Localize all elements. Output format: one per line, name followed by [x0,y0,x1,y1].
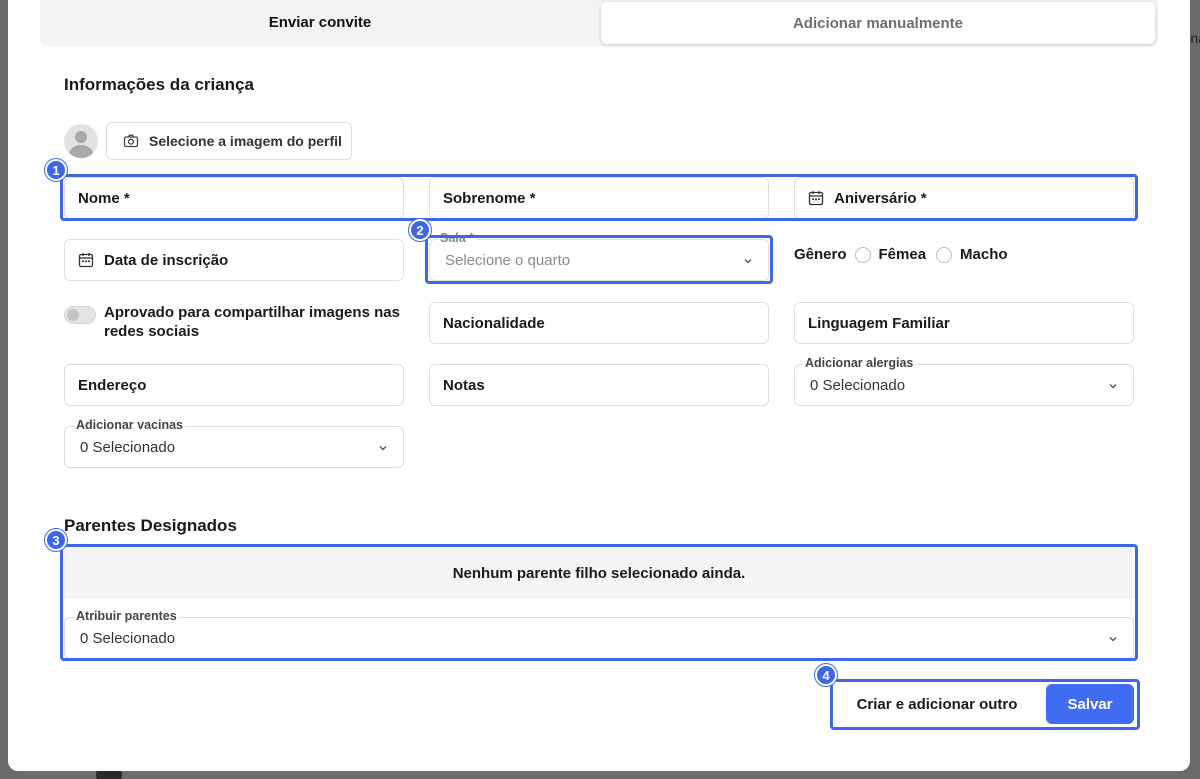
social-share-label: Aprovado para compartilhar imagens nas r… [104,304,400,340]
allergies-label: Adicionar alergias [803,356,916,370]
marker-3: 3 [45,529,67,551]
tab-add-manually[interactable]: Adicionar manualmente [601,2,1155,44]
notes-label: Notas [443,376,485,394]
calendar-icon [78,252,94,268]
gender-option-male[interactable]: Macho [960,246,1008,263]
marker-1: 1 [45,159,67,181]
enrollment-date-input[interactable]: Data de inscrição [64,239,404,281]
camera-icon [123,134,139,148]
highlight-box-1 [60,174,1138,221]
nationality-input[interactable]: Nacionalidade [429,302,769,344]
address-input[interactable]: Endereço [64,364,404,406]
enrollment-date-label: Data de inscrição [104,251,229,269]
parents-section-title: Parentes Designados [64,516,237,535]
radio-female[interactable] [854,246,871,263]
allergies-value: 0 Selecionado [810,376,906,394]
child-info-title: Informações da criança [64,75,254,94]
nationality-label: Nacionalidade [443,314,545,332]
marker-4: 4 [815,664,837,686]
highlight-box-2 [425,235,773,284]
avatar-placeholder [64,124,98,158]
allergies-select[interactable]: 0 Selecionado [794,364,1134,406]
toggle-knob [67,309,79,321]
add-child-modal: Enviar convite Adicionar manualmente Inf… [8,0,1190,771]
avatar-head-shape [75,131,87,143]
gender-label: Gênero [794,246,847,263]
social-share-toggle[interactable] [64,306,96,324]
radio-male[interactable] [936,246,953,263]
select-profile-image-button[interactable]: Selecione a imagem do perfil [106,122,352,160]
highlight-box-3 [60,544,1138,661]
highlight-box-4 [830,679,1140,730]
family-language-label: Linguagem Familiar [808,314,950,332]
family-language-input[interactable]: Linguagem Familiar [794,302,1134,344]
avatar-body-shape [69,145,93,158]
background-edge-text: na [1190,30,1200,46]
address-label: Endereço [78,376,147,394]
vaccines-value: 0 Selecionado [80,438,176,456]
tab-bar: Enviar convite Adicionar manualmente [40,0,1158,46]
select-profile-image-label: Selecione a imagem do perfil [149,133,342,149]
chevron-down-icon [379,446,387,451]
marker-2: 2 [409,219,431,241]
vaccines-label: Adicionar vacinas [74,418,185,432]
gender-group: Gênero Fêmea Macho [794,246,1008,263]
gender-option-female[interactable]: Fêmea [879,246,927,263]
vaccines-select[interactable]: 0 Selecionado [64,426,404,468]
notes-input[interactable]: Notas [429,364,769,406]
tab-send-invite[interactable]: Enviar convite [40,0,600,44]
chevron-down-icon [1109,384,1117,389]
